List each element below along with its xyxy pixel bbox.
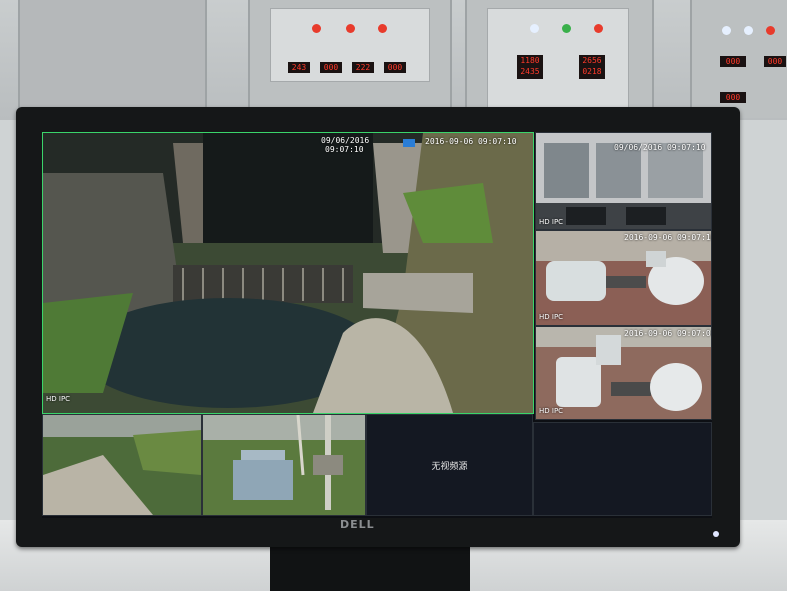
surveillance-screen: 09/06/2016 09:07:10 2016-09-06 09:07:10 … [42,132,712,518]
camera-time: 09:07:10 [325,145,364,154]
overlay-timestamp: 2016-09-06 09:07:10 [425,137,517,146]
indicator-lamp-red [766,26,775,35]
indicator-lamp-green [562,24,571,33]
monitor-stand [270,547,470,591]
meter-reading: 2435 [520,67,540,76]
camera-view-generator-2[interactable]: 2016-09-06 09:07:04 HD IPC [535,326,712,420]
camera-timestamp: 09/06/2016 09:07:10 [614,143,706,152]
digital-meter: 2656 0218 [579,55,605,79]
meter-reading: 1180 [520,56,540,65]
no-video-source-text: 无视频源 [431,462,468,472]
camera-view-empty-2[interactable] [533,422,712,516]
camera-view-empty[interactable]: 无视频源 [366,414,533,516]
camera-label: HD IPC [539,218,564,226]
camera-timestamp: 2016-09-06 09:07:04 [624,329,712,338]
power-indicator-icon [713,531,719,537]
meter-reading: 2656 [582,56,602,65]
indicator-lamp-white [722,26,731,35]
camera-label: HD IPC [539,313,564,321]
digital-meter: 000 [764,56,786,67]
camera-feed-intake [43,133,533,413]
cabinet-far-right: 000 000 000 [690,0,787,118]
cabinet-right: 1180 2435 2656 0218 [465,0,654,118]
camera-feed-transformer [203,415,365,515]
indicator-lamp-red [312,24,321,33]
camera-view-main[interactable]: 09/06/2016 09:07:10 2016-09-06 09:07:10 … [42,132,534,414]
camera-view-road[interactable] [42,414,202,516]
meter-plate [487,8,629,110]
digital-meter: 000 [320,62,342,73]
indicator-lamp-red [378,24,387,33]
camera-view-control-room[interactable]: 09/06/2016 09:07:10 HD IPC [535,132,712,230]
indicator-lamp-white [530,24,539,33]
indicator-lamp-red [594,24,603,33]
control-room-wall: 243 000 222 000 1180 2435 2656 0218 000 … [0,0,787,120]
digital-meter: 1180 2435 [517,55,543,79]
digital-meter: 000 [720,92,746,103]
camera-timestamp: 2016-09-06 09:07:10 [624,233,712,242]
indicator-lamp-red [346,24,355,33]
digital-meter: 000 [384,62,406,73]
cabinet-left [18,0,207,118]
camera-feed-generator-1 [536,231,711,325]
camera-label: HD IPC [539,407,564,415]
digital-meter: 243 [288,62,310,73]
cabinet-center: 243 000 222 000 [248,0,452,118]
camera-view-generator-1[interactable]: 2016-09-06 09:07:10 HD IPC [535,230,712,326]
camera-status-icon [403,139,415,147]
monitor-brand-logo: DELL [340,518,375,531]
indicator-lamp-white [744,26,753,35]
meter-reading: 0218 [582,67,602,76]
camera-feed-road [43,415,201,515]
camera-view-transformer[interactable] [202,414,366,516]
digital-meter: 222 [352,62,374,73]
camera-date: 09/06/2016 [321,136,370,145]
camera-label: HD IPC [46,395,71,403]
digital-meter: 000 [720,56,746,67]
camera-feed-generator-2 [536,327,711,419]
